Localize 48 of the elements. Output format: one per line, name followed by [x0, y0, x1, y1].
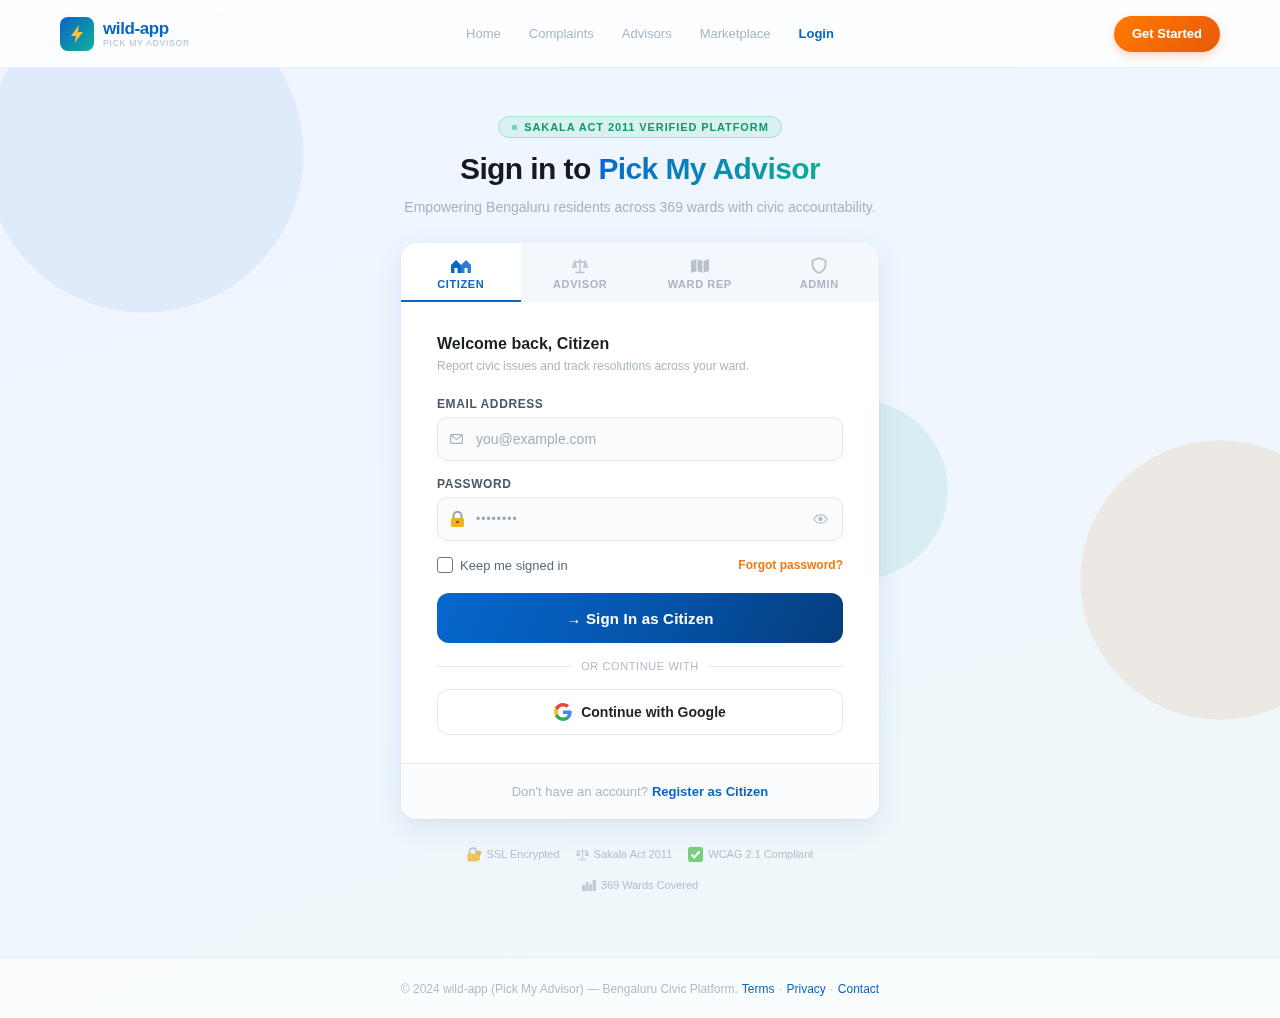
- remember-label: Keep me signed in: [460, 557, 568, 573]
- trust-label: SSL Encrypted: [486, 848, 560, 860]
- envelope-icon: [450, 434, 463, 444]
- google-sign-in-button[interactable]: Continue with Google: [437, 689, 843, 735]
- brand-name: wild-app: [103, 19, 170, 38]
- trust-label: WCAG 2.1 Compliant: [708, 848, 814, 860]
- password-label: PASSWORD: [437, 476, 513, 492]
- footer-link[interactable]: Privacy: [786, 981, 826, 996]
- footer-link[interactable]: Contact: [837, 981, 880, 996]
- verified-platform-text: SAKALA ACT 2011 VERIFIED PLATFORM: [524, 121, 769, 133]
- role-tab[interactable]: ADMIN: [759, 243, 879, 302]
- forgot-password-link[interactable]: Forgot password?: [738, 558, 843, 572]
- houses-icon: [450, 258, 471, 273]
- trust-label: 369 Wards Covered: [600, 879, 699, 891]
- footer-link[interactable]: Terms: [741, 981, 775, 996]
- trust-label: Sakala Act 2011: [593, 848, 673, 860]
- scales-icon: [572, 257, 589, 274]
- sign-in-button[interactable]: → Sign In as Citizen: [437, 593, 843, 643]
- nav-link[interactable]: Login: [798, 26, 834, 41]
- padlock-key-icon: [466, 846, 482, 862]
- password-field[interactable]: ••••••••: [437, 497, 843, 541]
- welcome-heading: Welcome back, Citizen: [437, 334, 611, 354]
- padlock-icon: [450, 510, 465, 528]
- get-started-button[interactable]: Get Started: [1113, 15, 1220, 52]
- nav-link[interactable]: Marketplace: [699, 26, 771, 41]
- copyright-text: © 2024 wild-app (Pick My Advisor) — Bengaluru Civic Platform.: [400, 981, 738, 996]
- check-square-icon: [688, 846, 704, 862]
- link-separator: ·: [778, 981, 783, 996]
- role-tab[interactable]: CITIZEN: [401, 243, 521, 302]
- nav-link[interactable]: Home: [466, 26, 501, 41]
- nav-link[interactable]: Complaints: [528, 26, 594, 41]
- map-icon: [690, 257, 709, 274]
- page-subtitle: Empowering Bengaluru residents across 369 wards with civic accountability.: [404, 198, 876, 217]
- link-separator: ·: [829, 981, 834, 996]
- scales-icon: [575, 847, 589, 861]
- brand-tagline: PICK MY ADVISOR: [103, 37, 190, 48]
- welcome-description: Report civic issues and track resolutions across your ward.: [437, 358, 751, 374]
- register-link[interactable]: Register as Citizen: [651, 784, 769, 799]
- email-label: EMAIL ADDRESS: [437, 396, 545, 412]
- divider-text: OR CONTINUE WITH: [581, 660, 699, 672]
- google-icon: [554, 703, 573, 721]
- shield-icon: [811, 257, 828, 274]
- nav-link[interactable]: Advisors: [621, 26, 672, 41]
- register-prompt: Don't have an account?: [511, 784, 648, 799]
- lightning-logo-icon: [60, 16, 94, 51]
- remember-checkbox[interactable]: [437, 557, 453, 573]
- email-field[interactable]: you@example.com: [437, 417, 843, 461]
- buildings-icon: [581, 879, 596, 891]
